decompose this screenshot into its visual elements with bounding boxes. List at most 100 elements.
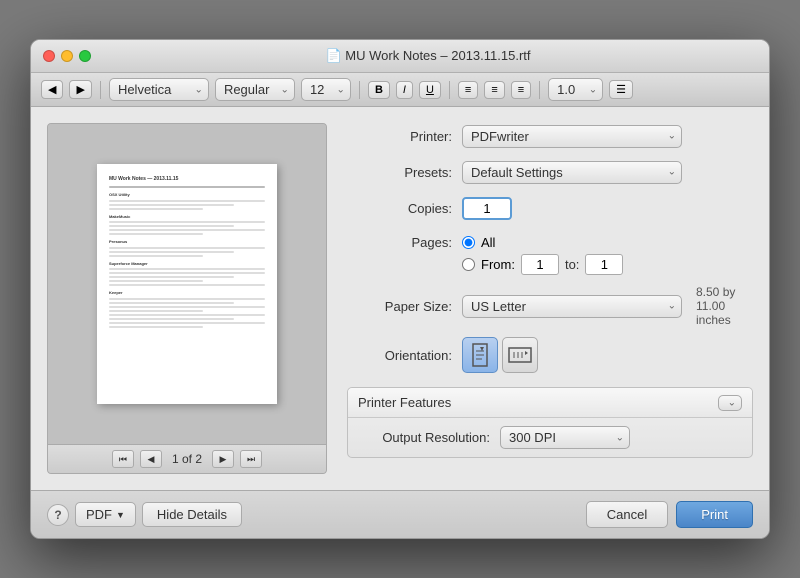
output-resolution-select[interactable]: 300 DPI	[500, 426, 630, 449]
preview-line-3	[109, 204, 234, 206]
options-panel: Printer: PDFwriter Presets: Default Sett…	[327, 123, 753, 474]
line-spacing-select[interactable]: 1.0	[548, 78, 603, 101]
pages-all-row: All	[462, 235, 623, 250]
printer-features-title: Printer Features	[358, 395, 451, 410]
toolbar: ◀ ▶ Helvetica Regular 12 B I U ≡ ≡ ≡	[31, 73, 769, 107]
underline-button[interactable]: U	[419, 81, 441, 99]
page-indicator: 1 of 2	[172, 452, 202, 466]
maximize-button[interactable]	[79, 50, 91, 62]
preview-section-2: MakeMusic	[109, 214, 265, 220]
preview-line-6	[109, 225, 234, 227]
orientation-control	[462, 337, 753, 373]
nav-first-button[interactable]: ⏮	[112, 450, 134, 468]
doc-icon: 📄	[325, 48, 345, 63]
preview-line-2	[109, 200, 265, 202]
pages-to-input[interactable]	[585, 254, 623, 275]
align-right-button[interactable]: ≡	[511, 81, 531, 99]
pages-row: Pages: All From: to:	[347, 231, 753, 275]
printer-select-wrapper[interactable]: PDFwriter	[462, 125, 682, 148]
nav-next-button[interactable]: ▶	[212, 450, 234, 468]
toolbar-divider-3	[449, 81, 450, 99]
output-resolution-label: Output Resolution:	[360, 430, 500, 445]
font-size-wrapper[interactable]: 12	[301, 78, 351, 101]
paper-size-select[interactable]: US Letter	[462, 295, 682, 318]
italic-button[interactable]: I	[396, 81, 413, 99]
landscape-icon	[508, 346, 532, 364]
preview-section-3: Presonus	[109, 239, 265, 245]
align-center-button[interactable]: ≡	[484, 81, 504, 99]
features-dropdown-wrapper[interactable]	[718, 394, 742, 411]
pages-all-radio[interactable]	[462, 236, 475, 249]
preview-line-19	[109, 306, 265, 308]
nav-prev-button[interactable]: ◀	[140, 450, 162, 468]
preview-panel: MU Work Notes — 2013.11.15 OSX Utility M…	[47, 123, 327, 474]
print-dialog: 📄 MU Work Notes – 2013.11.15.rtf ◀ ▶ Hel…	[30, 39, 770, 539]
portrait-button[interactable]	[462, 337, 498, 373]
copies-input[interactable]	[462, 197, 512, 220]
nav-last-button[interactable]: ⏭	[240, 450, 262, 468]
bold-button[interactable]: B	[368, 81, 390, 99]
traffic-lights	[43, 50, 91, 62]
printer-select[interactable]: PDFwriter	[462, 125, 682, 148]
print-button[interactable]: Print	[676, 501, 753, 528]
preview-line-1	[109, 186, 265, 188]
preview-section-5: Keeper	[109, 290, 265, 296]
orientation-row: Orientation:	[347, 337, 753, 373]
printer-label: Printer:	[347, 129, 462, 144]
landscape-button[interactable]	[502, 337, 538, 373]
pdf-button[interactable]: PDF ▼	[75, 502, 136, 527]
cancel-button[interactable]: Cancel	[586, 501, 668, 528]
pages-from-row: From: to:	[462, 254, 623, 275]
window-title: 📄 MU Work Notes – 2013.11.15.rtf	[99, 48, 757, 64]
font-family-select[interactable]: Helvetica	[109, 78, 209, 101]
paper-size-row: Paper Size: US Letter 8.50 by 11.00 inch…	[347, 285, 753, 327]
pages-radio-group: All From: to:	[462, 235, 623, 275]
portrait-icon	[471, 343, 489, 367]
list-button[interactable]: ☰	[609, 80, 633, 99]
preview-line-12	[109, 268, 265, 270]
paper-size-select-wrapper[interactable]: US Letter	[462, 295, 682, 318]
pages-from-radio[interactable]	[462, 258, 475, 271]
pages-from-input[interactable]	[521, 254, 559, 275]
preview-line-20	[109, 310, 203, 312]
toolbar-nav-forward[interactable]: ▶	[69, 80, 91, 99]
preview-doc-title: MU Work Notes — 2013.11.15	[109, 176, 265, 183]
printer-features-header: Printer Features	[348, 388, 752, 418]
bottom-bar: ? PDF ▼ Hide Details Cancel Print	[31, 490, 769, 538]
presets-select-wrapper[interactable]: Default Settings	[462, 161, 682, 184]
pages-label: Pages:	[347, 235, 462, 250]
preview-line-18	[109, 302, 234, 304]
close-button[interactable]	[43, 50, 55, 62]
help-button[interactable]: ?	[47, 504, 69, 526]
paper-size-control: US Letter 8.50 by 11.00 inches	[462, 285, 753, 327]
line-spacing-wrapper[interactable]: 1.0	[548, 78, 603, 101]
preview-line-4	[109, 208, 203, 210]
font-size-select[interactable]: 12	[301, 78, 351, 101]
paper-size-info: 8.50 by 11.00 inches	[696, 285, 753, 327]
printer-row: Printer: PDFwriter	[347, 123, 753, 149]
preview-line-14	[109, 276, 234, 278]
preview-page-area: MU Work Notes — 2013.11.15 OSX Utility M…	[48, 124, 326, 444]
minimize-button[interactable]	[61, 50, 73, 62]
font-style-select[interactable]: Regular	[215, 78, 295, 101]
toolbar-divider-1	[100, 81, 101, 99]
hide-details-button[interactable]: Hide Details	[142, 502, 242, 527]
output-resolution-wrapper[interactable]: 300 DPI	[500, 426, 630, 449]
preview-section-1: OSX Utility	[109, 192, 265, 198]
align-left-button[interactable]: ≡	[458, 81, 478, 99]
pages-all-label: All	[481, 235, 495, 250]
features-dropdown[interactable]	[718, 395, 742, 411]
orientation-buttons	[462, 337, 538, 373]
toolbar-nav-back[interactable]: ◀	[41, 80, 63, 99]
font-style-wrapper[interactable]: Regular	[215, 78, 295, 101]
printer-features-body: Output Resolution: 300 DPI	[348, 418, 752, 457]
preview-line-21	[109, 314, 265, 316]
presets-control: Default Settings	[462, 161, 753, 184]
printer-features-section: Printer Features Output Resolution: 300 …	[347, 387, 753, 458]
toolbar-divider-2	[359, 81, 360, 99]
preview-page: MU Work Notes — 2013.11.15 OSX Utility M…	[97, 164, 277, 404]
font-family-wrapper[interactable]: Helvetica	[109, 78, 209, 101]
pdf-label: PDF	[86, 507, 112, 522]
presets-label: Presets:	[347, 165, 462, 180]
presets-select[interactable]: Default Settings	[462, 161, 682, 184]
